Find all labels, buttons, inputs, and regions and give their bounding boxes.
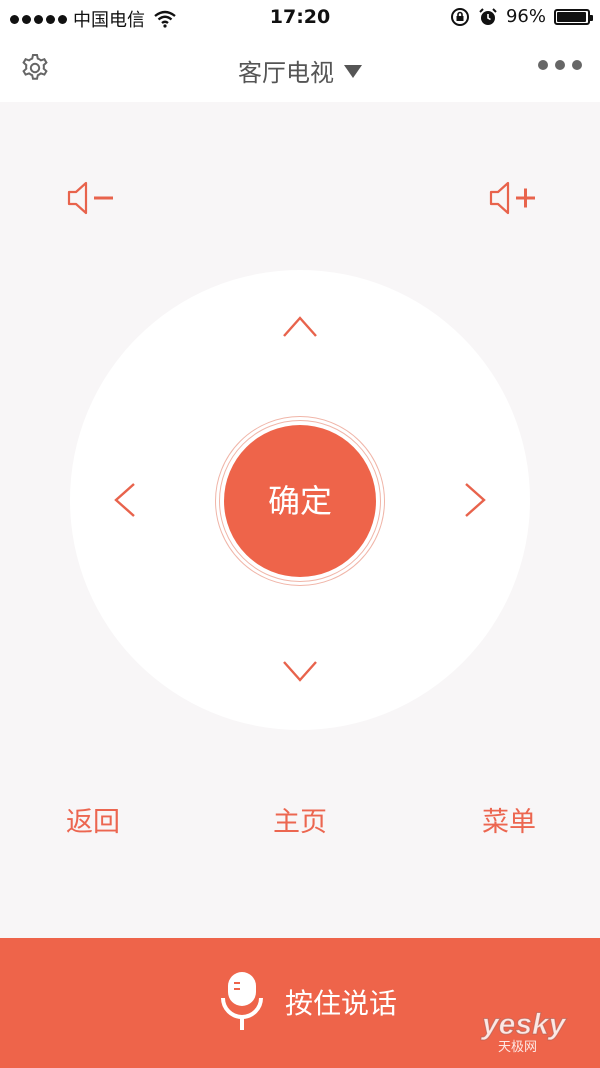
svg-text:天极网: 天极网 xyxy=(498,1040,537,1054)
microphone-icon xyxy=(221,972,263,1030)
rotation-lock-icon xyxy=(450,7,469,26)
chevron-up-icon[interactable] xyxy=(278,306,322,350)
ok-button[interactable]: 确定 xyxy=(224,425,376,577)
remote-screen: 中国电信 17:20 96% 客厅电视 确定 返回 主页 菜单 按住说话 yes… xyxy=(0,0,600,1068)
more-icon[interactable] xyxy=(538,60,582,70)
chevron-right-icon[interactable] xyxy=(452,478,496,522)
volume-up-icon[interactable] xyxy=(488,180,538,216)
battery-fill xyxy=(557,11,586,22)
chevron-left-icon[interactable] xyxy=(104,478,148,522)
device-name: 客厅电视 xyxy=(238,59,334,87)
home-button[interactable]: 主页 xyxy=(240,800,360,839)
yesky-watermark-logo: yesky 天极网 xyxy=(480,1008,568,1055)
device-selector[interactable]: 客厅电视 xyxy=(0,53,600,88)
battery-percent: 96% xyxy=(505,6,546,27)
svg-text:yesky: yesky xyxy=(480,1008,567,1041)
menu-button[interactable]: 菜单 xyxy=(449,800,569,839)
nav-bar: 客厅电视 xyxy=(0,36,600,102)
battery-icon xyxy=(554,8,593,25)
status-bar: 中国电信 17:20 96% xyxy=(0,0,600,36)
hold-to-talk-button[interactable]: 按住说话 yesky 天极网 xyxy=(0,938,600,1068)
back-button[interactable]: 返回 xyxy=(33,800,153,839)
status-right: 96% xyxy=(450,6,593,27)
hold-to-talk-label: 按住说话 xyxy=(285,987,398,1020)
chevron-down-icon[interactable] xyxy=(278,650,322,694)
alarm-icon xyxy=(479,7,497,25)
caret-down-icon xyxy=(344,65,362,78)
volume-down-icon[interactable] xyxy=(66,180,116,216)
